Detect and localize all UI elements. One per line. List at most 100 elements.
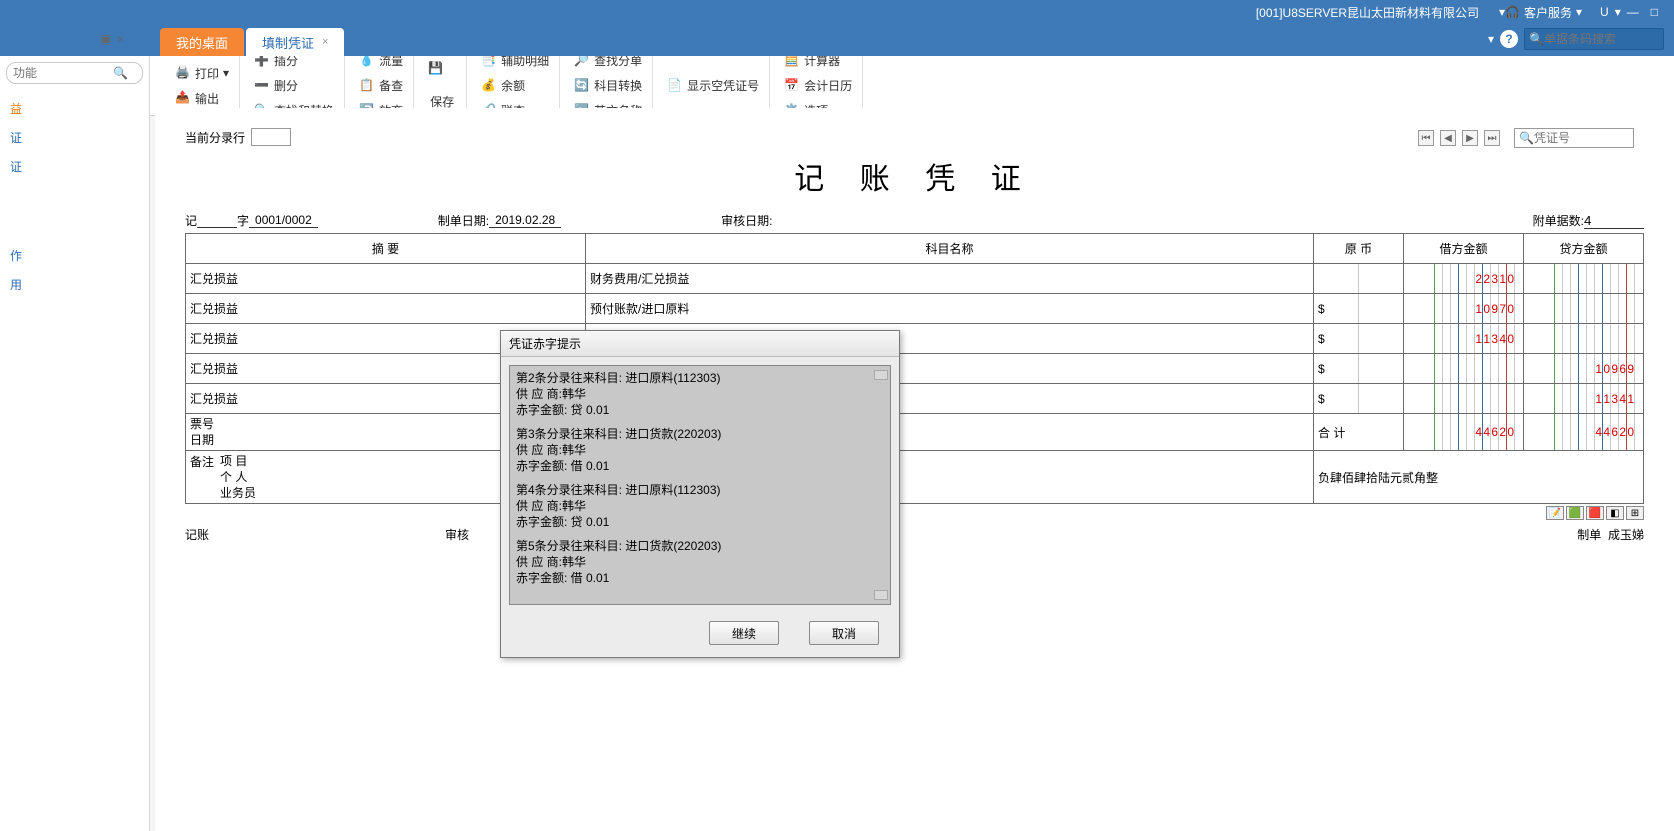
credit-cell[interactable] [1524, 294, 1644, 324]
help-icon[interactable]: ? [1500, 30, 1518, 48]
cancel-button[interactable]: 取消 [809, 621, 879, 645]
status-icon[interactable]: 📝 [1546, 506, 1564, 520]
maker-label: 制单 [1577, 528, 1601, 542]
header-subject: 科目名称 [586, 234, 1314, 264]
voucher-table: 摘 要 科目名称 原 币 借方金额 贷方金额 汇兑损益财务费用/汇兑损益 223… [185, 233, 1644, 504]
status-icon[interactable]: 🟥 [1586, 506, 1604, 520]
debit-cell[interactable]: 11340 [1404, 324, 1524, 354]
deficit-entry: 第3条分录往来科目: 进口货款(220203)供 应 商:韩华赤字金额: 借 0… [516, 426, 884, 474]
calendar-button[interactable]: 📅会计日历 [780, 75, 856, 96]
tab-voucher[interactable]: 填制凭证 × [246, 28, 344, 56]
nav-next-icon[interactable]: ▶ [1462, 130, 1478, 146]
voucher-nav: ⏮ ◀ ▶ ⏭ 🔍 [1418, 128, 1634, 148]
tree-item[interactable]: 作 [6, 241, 143, 270]
summary-cell[interactable]: 汇兑损益 [186, 294, 586, 324]
nav-search-input[interactable] [13, 66, 113, 80]
print-button[interactable]: 🖨️打印 ▾ [171, 63, 233, 84]
deficit-entry: 第5条分录往来科目: 进口货款(220203)供 应 商:韩华赤字金额: 借 0… [516, 538, 884, 586]
save-icon: 💾 [428, 61, 456, 89]
convert-acct-button[interactable]: 🔄科目转换 [570, 75, 646, 96]
window-restore-icon[interactable]: □ [1651, 5, 1658, 19]
tree-item[interactable]: 益 [6, 94, 143, 123]
audit-icon: 📋 [359, 78, 375, 94]
subject-cell[interactable]: 预付账款/进口原料 [586, 294, 1314, 324]
credit-cell[interactable] [1524, 324, 1644, 354]
credit-cell[interactable]: 10969 [1524, 354, 1644, 384]
chevron-down-icon[interactable]: ▾ [1488, 32, 1494, 46]
nav-search[interactable]: 🔍 [6, 62, 143, 84]
nav-last-icon[interactable]: ⏭ [1484, 130, 1500, 146]
cn-amount: 负肆佰肆拾陆元贰角整 [1314, 451, 1644, 504]
blank-icon: 📄 [667, 78, 683, 94]
voucher-no-input[interactable] [1534, 131, 1614, 145]
scroll-down-icon[interactable] [874, 590, 888, 600]
table-row[interactable]: 汇兑损益预付账款/进口原料$ 10970 [186, 294, 1644, 324]
delete-split-button[interactable]: ➖删分 [250, 75, 338, 96]
currency-cell[interactable]: $ [1314, 294, 1404, 324]
nav-first-icon[interactable]: ⏮ [1418, 130, 1434, 146]
credit-cell[interactable]: 11341 [1524, 384, 1644, 414]
customer-service[interactable]: 🎧 客户服务 ▾ [1505, 4, 1582, 21]
show-blank-voucher-button[interactable]: 📄显示空凭证号 [663, 75, 763, 96]
chevron-down-icon[interactable]: ▾ [1615, 5, 1621, 19]
make-date-value[interactable]: 2019.02.28 [489, 213, 561, 228]
barcode-search[interactable]: 🔍 [1524, 28, 1664, 50]
u-menu[interactable]: U [1600, 5, 1609, 19]
voucher-footer: 记账 审核 制单 成玉娣 [185, 526, 1644, 543]
debit-cell[interactable]: 22310 [1404, 264, 1524, 294]
tab-label: 我的桌面 [176, 33, 228, 52]
voucher-no-search[interactable]: 🔍 [1514, 128, 1634, 148]
nav-prev-icon[interactable]: ◀ [1440, 130, 1456, 146]
export-button[interactable]: 📤输出 [171, 88, 233, 109]
balance-button[interactable]: 💰余额 [477, 75, 553, 96]
header-debit: 借方金额 [1404, 234, 1524, 264]
currency-cell[interactable] [1314, 264, 1404, 294]
voucher-title: 记 账 凭 证 [185, 154, 1644, 198]
audit-ref-button[interactable]: 📋备查 [355, 75, 407, 96]
debit-cell[interactable] [1404, 354, 1524, 384]
btn-label: 余额 [501, 77, 525, 94]
voucher-zi: 字 [237, 212, 249, 229]
window-minimize-icon[interactable]: — [1627, 5, 1639, 19]
save-button[interactable]: 💾保存 [424, 59, 460, 112]
table-row[interactable]: 汇兑损益财务费用/汇兑损益 22310 [186, 264, 1644, 294]
subject-cell[interactable]: 财务费用/汇兑损益 [586, 264, 1314, 294]
total-currency: 合 计 [1314, 414, 1404, 451]
table-row[interactable]: 汇兑损益$ 11341 [186, 384, 1644, 414]
tab-close-icon[interactable]: × [322, 36, 328, 48]
barcode-input[interactable] [1544, 32, 1644, 46]
status-icon[interactable]: ◧ [1606, 506, 1624, 520]
tree-item[interactable]: 证 [6, 152, 143, 181]
voucher-type-blank[interactable] [197, 213, 237, 228]
dialog-buttons: 继续 取消 [501, 613, 899, 657]
btn-label: 备查 [379, 77, 403, 94]
currency-cell[interactable]: $ [1314, 384, 1404, 414]
tree-item[interactable]: 证 [6, 123, 143, 152]
status-icon[interactable]: ⊞ [1626, 506, 1644, 520]
close-icon[interactable]: × [117, 32, 124, 46]
current-line-label: 当前分录行 [185, 129, 245, 146]
printer-icon: 🖨️ [175, 65, 191, 81]
tab-desktop[interactable]: 我的桌面 [160, 28, 244, 56]
scroll-up-icon[interactable] [874, 370, 888, 380]
table-row[interactable]: 汇兑损益应付账款/进口货款$ 11340 [186, 324, 1644, 354]
pin-icon[interactable]: ▣ [100, 32, 111, 46]
summary-cell[interactable]: 汇兑损益 [186, 264, 586, 294]
tree-item[interactable]: 用 [6, 270, 143, 299]
table-row[interactable]: 汇兑损益$ 10969 [186, 354, 1644, 384]
chevron-down-icon: ▾ [1576, 5, 1582, 19]
btn-label: 打印 [195, 65, 219, 82]
debit-cell[interactable]: 10970 [1404, 294, 1524, 324]
currency-cell[interactable]: $ [1314, 354, 1404, 384]
debit-cell[interactable] [1404, 384, 1524, 414]
currency-cell[interactable]: $ [1314, 324, 1404, 354]
attach-input[interactable] [1584, 213, 1644, 229]
dialog-title: 凭证赤字提示 [501, 331, 899, 357]
status-icon[interactable]: 🟩 [1566, 506, 1584, 520]
continue-button[interactable]: 继续 [709, 621, 779, 645]
current-line-input[interactable] [251, 128, 291, 146]
dialog-body: 第2条分录往来科目: 进口原料(112303)供 应 商:韩华赤字金额: 贷 0… [509, 365, 891, 605]
audit-date-label: 审核日期: [721, 212, 772, 229]
search-icon: 🔍 [1529, 32, 1544, 46]
credit-cell[interactable] [1524, 264, 1644, 294]
